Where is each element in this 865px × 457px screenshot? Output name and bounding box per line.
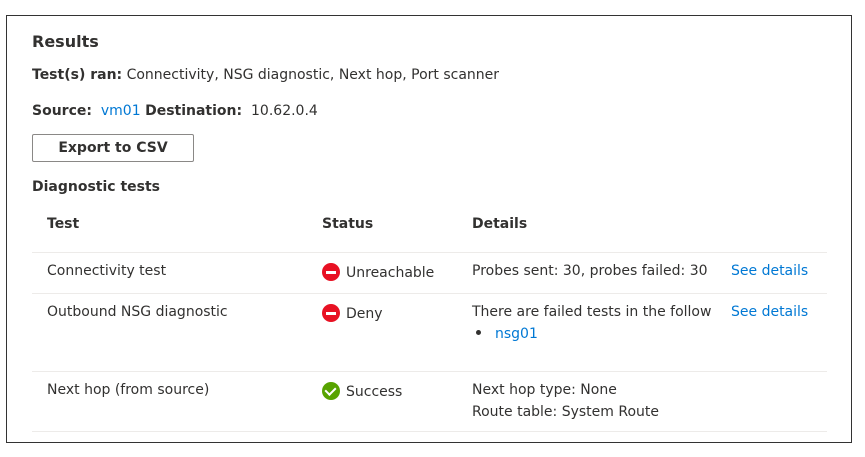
status: Unreachable <box>322 263 434 281</box>
column-header-details: Details <box>472 216 528 232</box>
source-link[interactable]: vm01 <box>101 103 141 119</box>
tests-ran-label: Test(s) ran: <box>32 67 123 83</box>
row-divider <box>32 252 827 253</box>
status-text: Success <box>346 384 403 400</box>
details: There are failed tests in the follow <box>472 304 712 320</box>
column-header-status: Status <box>322 216 374 232</box>
details-route-table: Route table: System Route <box>472 404 660 420</box>
diagnostic-tests-title: Diagnostic tests <box>32 179 161 195</box>
see-details-link[interactable]: See details <box>731 304 808 320</box>
status-text: Deny <box>346 306 383 322</box>
details: Next hop type: None <box>472 382 617 398</box>
status: Deny <box>322 304 383 322</box>
row-divider <box>32 431 827 432</box>
test-name: Next hop (from source) <box>47 382 210 398</box>
deny-icon <box>322 263 340 281</box>
status-text: Unreachable <box>346 265 435 281</box>
row-divider <box>32 371 827 372</box>
bullet-icon <box>476 330 481 335</box>
nsg-list-item: nsg01 <box>476 326 538 342</box>
tests-ran-value: Connectivity, NSG diagnostic, Next hop, … <box>126 67 500 83</box>
nsg-link[interactable]: nsg01 <box>495 326 538 342</box>
status: Success <box>322 382 402 400</box>
results-title: Results <box>32 32 99 51</box>
success-check-icon <box>322 382 340 400</box>
deny-icon <box>322 304 340 322</box>
test-name: Outbound NSG diagnostic <box>47 304 228 320</box>
test-name: Connectivity test <box>47 263 167 279</box>
see-details-link[interactable]: See details <box>731 263 808 279</box>
row-divider <box>32 293 827 294</box>
export-csv-button[interactable]: Export to CSV <box>32 134 194 162</box>
column-header-test: Test <box>47 216 80 232</box>
source-destination: Source: vm01 Destination: 10.62.0.4 <box>32 103 318 119</box>
source-label: Source: <box>32 103 92 119</box>
destination-label: Destination: <box>145 103 243 119</box>
tests-ran: Test(s) ran: Connectivity, NSG diagnosti… <box>32 67 499 83</box>
details: Probes sent: 30, probes failed: 30 <box>472 263 708 279</box>
destination-value: 10.62.0.4 <box>251 103 318 119</box>
